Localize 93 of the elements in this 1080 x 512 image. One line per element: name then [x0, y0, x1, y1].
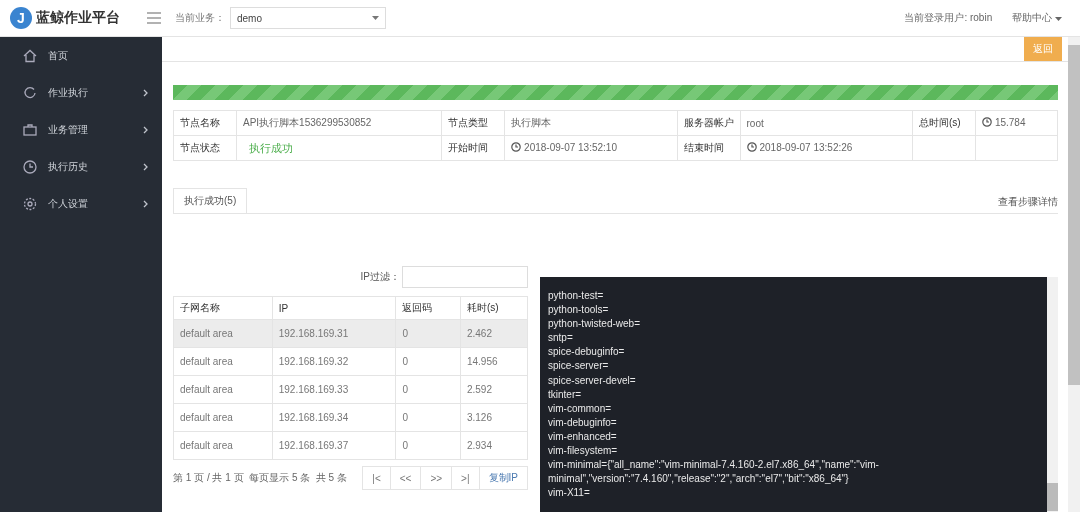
log-line: sntp= [548, 331, 574, 346]
column-header[interactable]: 子网名称 [173, 296, 273, 320]
field-label: 服务器帐户 [683, 117, 734, 128]
log-line: spice-debuginfo= [548, 345, 626, 360]
business-label: 当前业务： [175, 11, 225, 25]
business-select[interactable]: demo [230, 7, 386, 29]
log-line: spice-server= [548, 359, 610, 374]
host-row[interactable]: default area 192.168.169.33 0 2.592 [173, 375, 528, 404]
copy-ip-button[interactable]: 复制IP [478, 466, 528, 490]
column-header[interactable]: 返回码 [396, 296, 461, 320]
chevron-icon [143, 88, 148, 97]
chevron-icon [143, 199, 148, 208]
field-value: root [746, 117, 764, 129]
table-cell: 2.934 [460, 431, 528, 460]
table-cell: 192.168.169.33 [272, 375, 396, 404]
result-tab[interactable]: 执行成功(5) [173, 188, 248, 213]
table-cell: 0 [396, 375, 461, 404]
help-menu[interactable]: 帮助中心 [1012, 11, 1062, 25]
table-cell: 192.168.169.32 [272, 347, 396, 376]
step-details-link[interactable]: 查看步骤详情 [998, 195, 1058, 213]
clock-icon [746, 142, 757, 153]
field-value: 执行脚本 [511, 117, 552, 128]
page-button[interactable]: << [389, 466, 422, 490]
chevron-icon [143, 162, 148, 171]
field-value: 2018-09-07 13:52:26 [746, 141, 853, 153]
log-line: python-twisted-web= [548, 317, 641, 332]
table-cell: default area [173, 347, 273, 376]
clock-icon [23, 159, 37, 174]
app-title: 蓝鲸作业平台 [36, 9, 120, 27]
page-button[interactable]: >> [420, 466, 453, 490]
table-cell: 2.592 [460, 375, 528, 404]
page-summary: 第 1 页 / 共 1 页 每页显示 5 条 共 5 条 [173, 471, 347, 485]
briefcase-icon [23, 122, 37, 137]
field-label: 总时间(s) [918, 117, 961, 128]
sidebar-item[interactable]: 作业执行 [0, 74, 162, 111]
table-cell: 2.462 [460, 319, 528, 348]
field-value: 2018-09-07 13:52:10 [511, 141, 617, 153]
home-icon [23, 48, 37, 63]
menu-icon[interactable] [147, 12, 161, 24]
table-cell: default area [173, 319, 273, 348]
clock-icon [981, 117, 992, 128]
table-cell: default area [173, 431, 273, 460]
log-line: vim-enhanced= [548, 429, 618, 444]
ip-filter-field[interactable] [402, 266, 528, 288]
field-label: 节点名称 [180, 117, 220, 128]
log-line: vim-common= [548, 401, 613, 416]
sidebar-item[interactable]: 执行历史 [0, 148, 162, 185]
table-cell: default area [173, 375, 273, 404]
table-cell: 14.956 [460, 347, 528, 376]
caret-icon [372, 16, 379, 20]
field-label: 节点状态 [180, 142, 220, 153]
field-label: 结束时间 [683, 142, 724, 153]
log-line: python-tools= [548, 303, 610, 318]
field-label: 节点类型 [448, 117, 489, 128]
host-row[interactable]: default area 192.168.169.37 0 2.934 [173, 431, 528, 460]
sidebar-item[interactable]: 业务管理 [0, 111, 162, 148]
log-line: vim-debuginfo= [548, 415, 618, 430]
table-cell: 0 [396, 431, 461, 460]
current-user: 当前登录用户: robin [904, 11, 993, 25]
page-button[interactable]: |< [362, 466, 391, 490]
field-value: 15.784 [981, 116, 1026, 128]
log-line: tkinter= [548, 387, 583, 402]
scrollbar[interactable] [1047, 277, 1058, 512]
table-cell: default area [173, 403, 273, 432]
table-cell: 192.168.169.37 [272, 431, 396, 460]
table-cell: 192.168.169.34 [272, 403, 396, 432]
gear-icon [23, 196, 37, 211]
column-header[interactable]: 耗时(s) [460, 296, 528, 320]
log-line: vim-X11= [548, 486, 591, 501]
field-value: API执行脚本1536299530852 [243, 117, 372, 128]
page-button[interactable]: >| [451, 466, 480, 490]
column-header[interactable]: IP [272, 296, 396, 320]
sidebar-item[interactable]: 个人设置 [0, 185, 162, 222]
log-line: python-test= [548, 289, 605, 303]
table-cell: 192.168.169.31 [272, 319, 396, 348]
clock-icon [511, 142, 522, 153]
sidebar-item[interactable]: 首页 [0, 37, 162, 74]
caret-icon [1055, 17, 1062, 21]
host-row[interactable]: default area 192.168.169.32 0 14.956 [173, 347, 528, 376]
table-cell: 0 [396, 403, 461, 432]
field-label: 开始时间 [448, 142, 489, 153]
table-cell: 0 [396, 347, 461, 376]
chevron-icon [143, 125, 148, 134]
host-row[interactable]: default area 192.168.169.34 0 3.126 [173, 403, 528, 432]
ip-filter-label: IP过滤： [360, 270, 400, 284]
log-line: spice-server-devel= [548, 373, 637, 388]
log-line: vim-filesystem= [548, 444, 619, 459]
host-row[interactable]: default area 192.168.169.31 0 2.462 [173, 319, 528, 348]
table-cell: 0 [396, 319, 461, 348]
status-text: 执行成功 [248, 141, 293, 154]
logo-icon: J [10, 7, 32, 29]
table-cell: 3.126 [460, 403, 528, 432]
page-scrollbar[interactable] [1068, 37, 1080, 512]
